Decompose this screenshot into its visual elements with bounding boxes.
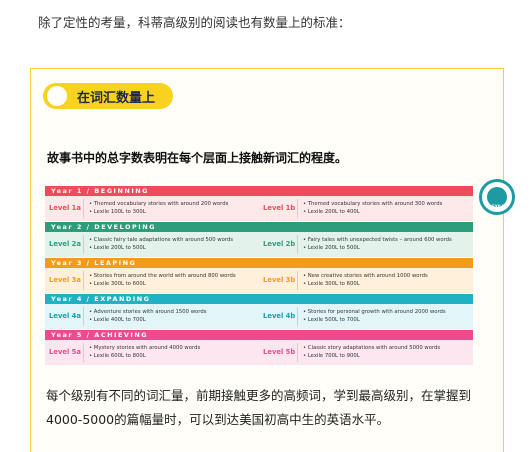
year-band: Year 3 / LEAPING: [45, 258, 473, 268]
level-label: Level 3a: [49, 276, 81, 284]
level-label: Level 3b: [263, 276, 296, 284]
description-line: • Lexile 300L to 600L: [89, 281, 146, 287]
level-label: Level 1a: [49, 204, 81, 212]
level-label: Level 4a: [49, 312, 81, 320]
level-label: Level 2b: [263, 240, 296, 248]
year-band: Year 4 / EXPANDING: [45, 294, 473, 304]
level-description: • Classic story adaptations with around …: [298, 340, 440, 365]
footer-text: 每个级别有不同的词汇量，前期接触更多的高频词，学到最高级别，在掌握到4000-5…: [46, 388, 472, 427]
description-line: • Themed vocabulary stories with around …: [303, 201, 443, 207]
description-line: • Classic fairy tale adaptations with ar…: [89, 237, 234, 243]
pill-dot-icon: [47, 86, 67, 106]
section-pill: 在词汇数量上: [43, 83, 173, 109]
level-row: Level 3a • Stories from around the world …: [45, 268, 473, 293]
level-description: • Stories for personal growth with aroun…: [298, 304, 446, 329]
level-cell: Level 4a • Adventure stories with around …: [45, 304, 259, 329]
level-description: • Themed vocabulary stories with around …: [298, 196, 442, 221]
description-line: • Lexile 300L to 600L: [303, 281, 360, 287]
intro-text: 除了定性的考量，科蒂高级别的阅读也有数量上的标准：: [38, 15, 351, 30]
description-line: • Lexile 600L to 800L: [89, 353, 146, 359]
level-row: Level 5a • Mystery stories with around 40…: [45, 340, 473, 365]
level-label: Level 5a: [49, 348, 81, 356]
description-line: • Stories from around the world with aro…: [89, 273, 236, 279]
description-line: • Lexile 100L to 300L: [89, 209, 146, 215]
year-band: Year 1 / BEGINNING: [45, 186, 473, 196]
level-description: • Adventure stories with around 1500 wor…: [84, 304, 207, 329]
headline: 故事书中的总字数表明在每个层面上接触新词汇的程度。: [47, 151, 348, 165]
level-label: Level 1b: [263, 204, 296, 212]
description-line: • Lexile 200L to 500L: [89, 245, 146, 251]
level-description: • New creative stories with around 1000 …: [298, 268, 428, 293]
year-band-label: Year 1 / BEGINNING: [51, 187, 150, 195]
description-line: • Lexile 700L to 900L: [303, 353, 360, 359]
level-description: • Stories from around the world with aro…: [84, 268, 236, 293]
description-line: • Lexile 200L to 500L: [303, 245, 360, 251]
levels-table: Year 1 / BEGINNING Level 1a • Themed vocab…: [45, 186, 473, 366]
level-label: Level 2a: [49, 240, 81, 248]
year-band: Year 2 / DEVELOPING: [45, 222, 473, 232]
description-line: • Mystery stories with around 4000 words: [89, 345, 201, 351]
year-band: Year 5 / ACHIEVING: [45, 330, 473, 340]
level-cell: Level 1a • Themed vocabulary stories with…: [45, 196, 259, 221]
level-cell: Level 5b • Classic story adaptations with…: [259, 340, 473, 365]
description-line: • Stories for personal growth with aroun…: [303, 309, 446, 315]
level-label: Level 5b: [263, 348, 296, 356]
logo-text: LEXILE: [489, 204, 505, 209]
year-band-label: Year 5 / ACHIEVING: [51, 331, 149, 339]
description-line: • Fairy tales with unexpected twists – a…: [303, 237, 452, 243]
description-line: • New creative stories with around 1000 …: [303, 273, 428, 279]
description-line: • Themed vocabulary stories with around …: [89, 201, 229, 207]
level-cell: Level 4b • Stories for personal growth wi…: [259, 304, 473, 329]
level-description: • Mystery stories with around 4000 words…: [84, 340, 200, 365]
description-line: • Lexile 200L to 400L: [303, 209, 360, 215]
year-band-label: Year 4 / EXPANDING: [51, 295, 151, 303]
description-line: • Lexile 500L to 700L: [303, 317, 360, 323]
level-cell: Level 2b • Fairy tales with unexpected tw…: [259, 232, 473, 257]
level-row: Level 2a • Classic fairy tale adaptations…: [45, 232, 473, 257]
lexile-logo-icon: LEXILE: [479, 179, 515, 215]
level-description: • Classic fairy tale adaptations with ar…: [84, 232, 233, 257]
level-cell: Level 3b • New creative stories with arou…: [259, 268, 473, 293]
description-line: • Adventure stories with around 1500 wor…: [89, 309, 207, 315]
description-line: • Lexile 400L to 700L: [89, 317, 146, 323]
year-band-label: Year 3 / LEAPING: [51, 259, 137, 267]
level-cell: Level 2a • Classic fairy tale adaptations…: [45, 232, 259, 257]
level-cell: Level 3a • Stories from around the world …: [45, 268, 259, 293]
level-label: Level 4b: [263, 312, 296, 320]
level-row: Level 4a • Adventure stories with around …: [45, 304, 473, 329]
pill-label: 在词汇数量上: [77, 91, 156, 106]
level-cell: Level 1b • Themed vocabulary stories with…: [259, 196, 473, 221]
description-line: • Classic story adaptations with around …: [303, 345, 441, 351]
level-description: • Fairy tales with unexpected twists – a…: [298, 232, 452, 257]
year-band-label: Year 2 / DEVELOPING: [51, 223, 156, 231]
level-description: • Themed vocabulary stories with around …: [84, 196, 228, 221]
level-cell: Level 5a • Mystery stories with around 40…: [45, 340, 259, 365]
level-row: Level 1a • Themed vocabulary stories with…: [45, 196, 473, 221]
